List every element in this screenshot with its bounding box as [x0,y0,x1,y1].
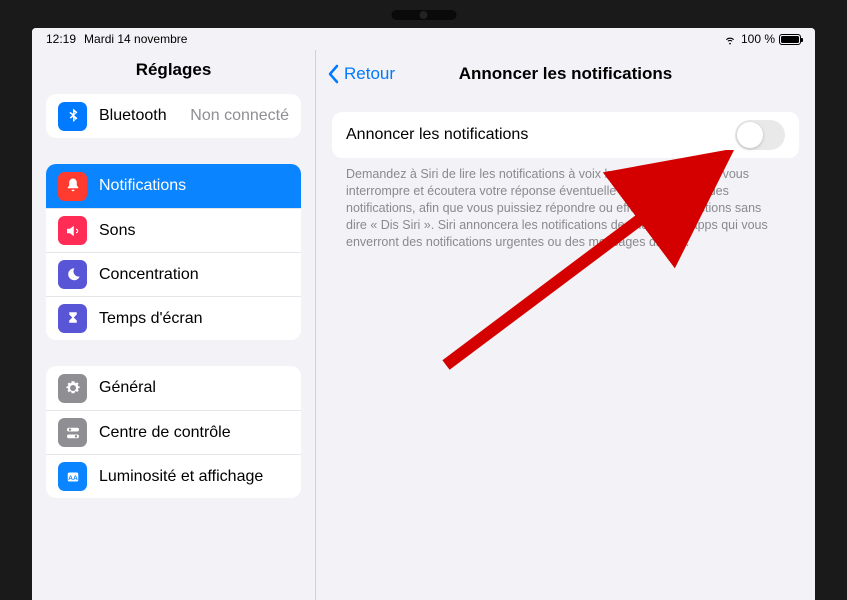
screentime-label: Temps d'écran [99,310,289,328]
sidebar-item-notifications[interactable]: Notifications [46,164,301,208]
display-icon: AA [58,462,87,491]
sidebar-group-notifications: Notifications Sons Concentration [46,164,301,340]
sidebar-item-sounds[interactable]: Sons [46,208,301,252]
bluetooth-label: Bluetooth [99,107,178,125]
sidebar-item-focus[interactable]: Concentration [46,252,301,296]
sidebar-item-display[interactable]: AA Luminosité et affichage [46,454,301,498]
toggles-icon [58,418,87,447]
status-bar: 12:19 Mardi 14 novembre 100 % [32,28,815,50]
bluetooth-detail: Non connecté [190,107,289,125]
detail-pane: Retour Annoncer les notifications Annonc… [316,50,815,600]
speaker-icon [58,216,87,245]
announce-toggle-label: Annoncer les notifications [346,126,528,144]
svg-text:AA: AA [68,475,78,482]
screen: 12:19 Mardi 14 novembre 100 % Réglages [32,28,815,600]
wifi-icon [723,32,737,46]
announce-toggle-switch[interactable] [735,120,785,150]
sidebar-item-control-center[interactable]: Centre de contrôle [46,410,301,454]
settings-sidebar: Réglages Bluetooth Non connecté [32,50,316,600]
back-button[interactable]: Retour [326,64,395,84]
sidebar-title: Réglages [32,50,315,94]
announce-toggle-group: Annoncer les notifications [332,112,799,158]
camera-notch [391,10,456,20]
status-date: Mardi 14 novembre [84,32,187,46]
detail-title: Annoncer les notifications [459,64,672,84]
status-time: 12:19 [46,32,76,46]
bluetooth-icon [58,102,87,131]
gear-icon [58,374,87,403]
announce-toggle-row[interactable]: Annoncer les notifications [332,112,799,158]
notifications-label: Notifications [99,177,289,195]
announce-footer-text: Demandez à Siri de lire les notification… [316,166,815,250]
ipad-bezel: 12:19 Mardi 14 novembre 100 % Réglages [0,0,847,600]
focus-label: Concentration [99,266,289,284]
bell-icon [58,172,87,201]
sidebar-item-bluetooth[interactable]: Bluetooth Non connecté [46,94,301,138]
sidebar-item-screentime[interactable]: Temps d'écran [46,296,301,340]
sidebar-item-general[interactable]: Général [46,366,301,410]
display-label: Luminosité et affichage [99,468,289,486]
moon-icon [58,260,87,289]
general-label: Général [99,379,289,397]
sidebar-group-connectivity: Bluetooth Non connecté [46,94,301,138]
battery-icon [779,34,801,45]
battery-percent: 100 % [741,32,775,46]
sidebar-group-general: Général Centre de contrôle AA Luminosité… [46,366,301,498]
hourglass-icon [58,304,87,333]
control-center-label: Centre de contrôle [99,424,289,442]
sounds-label: Sons [99,222,289,240]
back-label: Retour [344,64,395,84]
detail-header: Retour Annoncer les notifications [316,50,815,98]
chevron-left-icon [326,64,342,84]
